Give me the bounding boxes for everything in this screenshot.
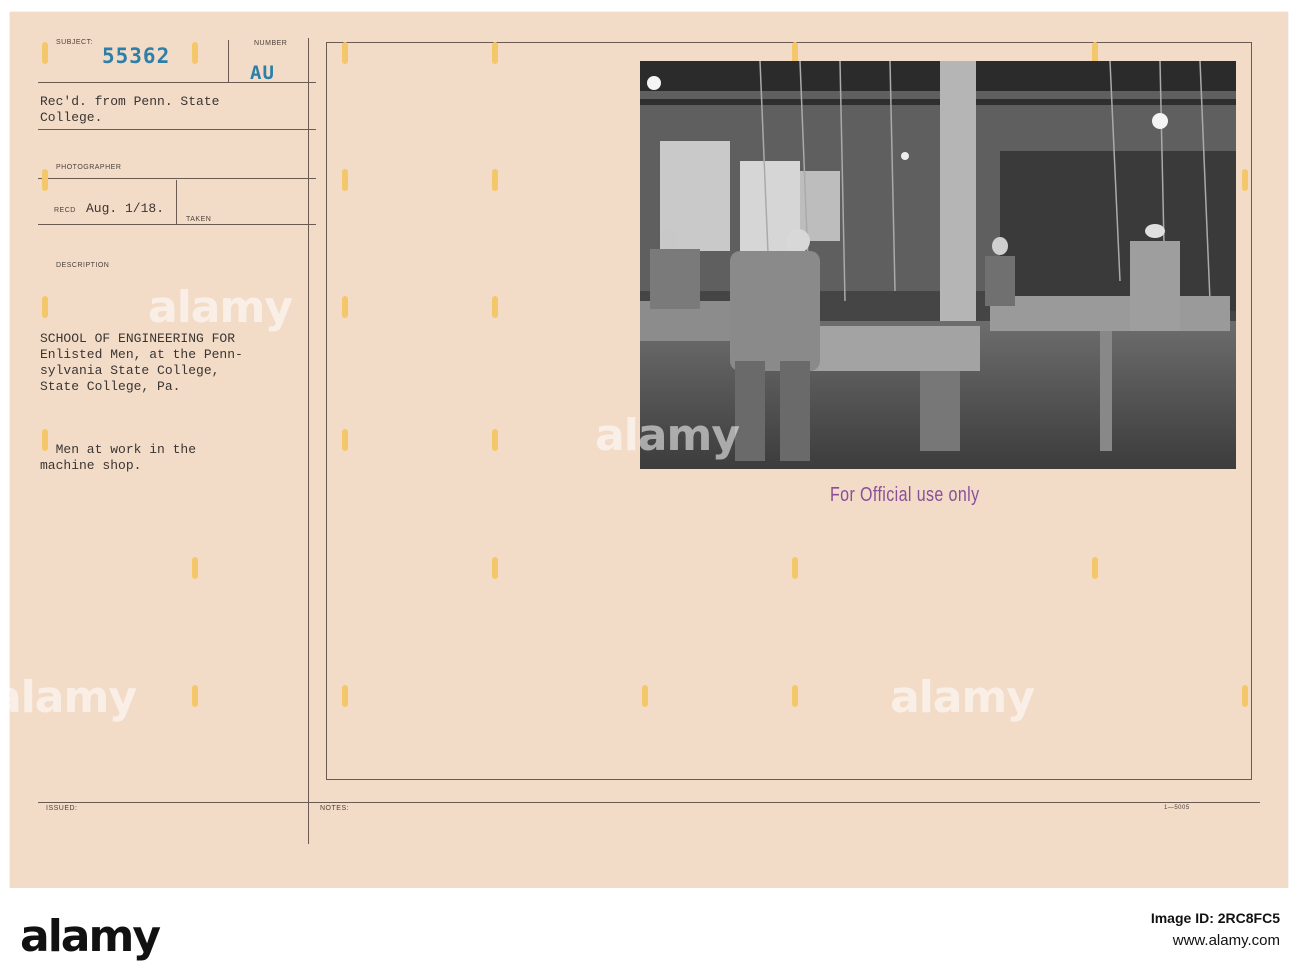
watermark: alamy (890, 672, 1035, 723)
taken-label: TAKEN (186, 216, 212, 223)
punch-hole (42, 42, 48, 64)
watermark: alamy (148, 282, 293, 333)
subject-number-divider (228, 40, 229, 82)
photographer-label: PHOTOGRAPHER (56, 164, 122, 171)
punch-hole (492, 296, 498, 318)
photograph-illustration (640, 61, 1236, 469)
number-value: AU (250, 62, 275, 84)
punch-hole (42, 169, 48, 191)
punch-hole (342, 42, 348, 64)
rule-bottom (38, 802, 1260, 803)
form-code: 1—5005 (1164, 805, 1190, 811)
official-use-stamp: For Official use only (830, 484, 980, 506)
punch-hole (642, 685, 648, 707)
recd-label: RECD (54, 207, 76, 214)
punch-hole (492, 557, 498, 579)
notes-label: NOTES: (320, 805, 350, 812)
punch-hole (342, 429, 348, 451)
rule-photographer (38, 178, 316, 179)
alamy-logo: alamy (20, 911, 161, 962)
issued-label: ISSUED: (46, 805, 78, 812)
rule-received (38, 129, 316, 130)
rule-recd (38, 224, 316, 225)
description-main: SCHOOL OF ENGINEERING FOR Enlisted Men, … (40, 331, 243, 394)
punch-hole (192, 685, 198, 707)
punch-hole (192, 42, 198, 64)
punch-hole (1092, 557, 1098, 579)
watermark: alamy (595, 410, 740, 461)
watermark: alamy (0, 672, 137, 723)
image-info: Image ID: 2RC8FC5 www.alamy.com (1151, 910, 1280, 949)
punch-hole (792, 685, 798, 707)
punch-hole (792, 557, 798, 579)
punch-hole (492, 429, 498, 451)
punch-hole (492, 42, 498, 64)
punch-hole (342, 169, 348, 191)
description-label: DESCRIPTION (56, 262, 110, 269)
punch-hole (342, 296, 348, 318)
punch-hole (192, 557, 198, 579)
stock-footer-bar: alamy Image ID: 2RC8FC5 www.alamy.com (0, 888, 1300, 979)
received-from: Rec'd. from Penn. State College. (40, 94, 220, 125)
punch-hole (1242, 169, 1248, 191)
punch-hole (42, 296, 48, 318)
subject-label: SUBJECT: (56, 39, 94, 46)
punch-hole (1242, 685, 1248, 707)
recd-taken-divider (176, 180, 177, 224)
number-label: NUMBER (254, 40, 288, 47)
machine-shop-photograph (640, 61, 1236, 469)
description-sub: Men at work in the machine shop. (40, 442, 197, 473)
punch-hole (342, 685, 348, 707)
left-column-divider (308, 38, 309, 844)
image-id: Image ID: 2RC8FC5 (1150, 910, 1280, 926)
subject-number: 55362 (102, 44, 171, 68)
website: www.alamy.com (1172, 932, 1280, 949)
archival-card: SUBJECT: 55362 NUMBER AU Rec'd. from Pen… (0, 12, 1288, 888)
recd-date: Aug. 1/18. (86, 201, 165, 216)
punch-hole (492, 169, 498, 191)
